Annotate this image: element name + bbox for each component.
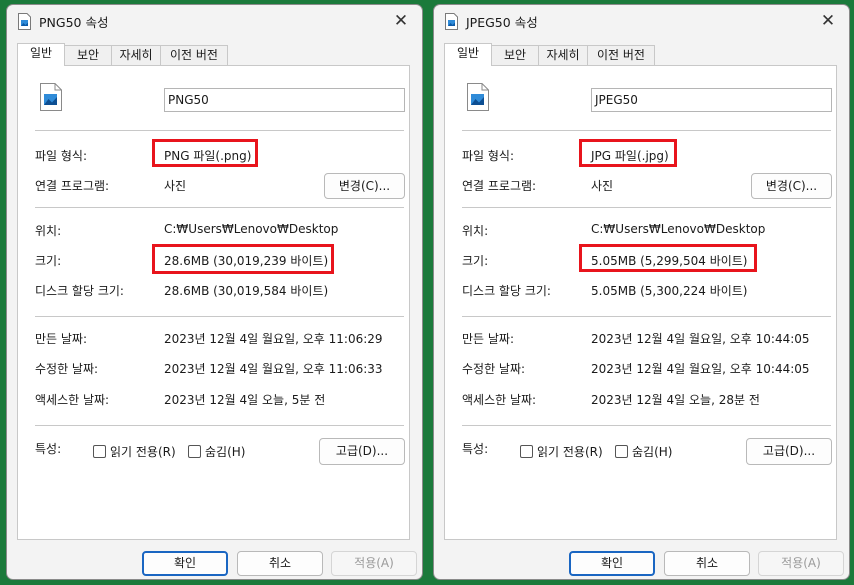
accessed-value: 2023년 12월 4일 오늘, 5분 전 <box>164 393 326 407</box>
size-label: 크기: <box>35 254 62 268</box>
tab-details[interactable]: 자세히 <box>538 45 588 65</box>
divider <box>35 316 404 317</box>
modified-label: 수정한 날짜: <box>462 362 526 376</box>
modified-label: 수정한 날짜: <box>35 362 99 376</box>
tab-previous-versions[interactable]: 이전 버전 <box>587 45 655 65</box>
window-title: PNG50 속성 <box>39 15 109 30</box>
location-label: 위치: <box>462 224 489 238</box>
divider <box>462 425 831 426</box>
created-label: 만든 날짜: <box>35 332 88 346</box>
ok-button[interactable]: 확인 <box>142 551 228 576</box>
readonly-checkbox[interactable]: 읽기 전용(R) <box>520 443 603 460</box>
created-value: 2023년 12월 4일 월요일, 오후 10:44:05 <box>591 332 810 346</box>
location-value: C:₩Users₩Lenovo₩Desktop <box>164 222 339 236</box>
tab-security[interactable]: 보안 <box>491 45 539 65</box>
general-panel: PNG50 파일 형식: PNG 파일(.png) 연결 프로그램: 사진 변경… <box>17 65 410 540</box>
accessed-label: 액세스한 날짜: <box>35 393 110 407</box>
disk-size-value: 28.6MB (30,019,584 바이트) <box>164 284 329 298</box>
created-label: 만든 날짜: <box>462 332 515 346</box>
location-label: 위치: <box>35 224 62 238</box>
divider <box>462 316 831 317</box>
readonly-checkbox[interactable]: 읽기 전용(R) <box>93 443 176 460</box>
location-value: C:₩Users₩Lenovo₩Desktop <box>591 222 766 236</box>
checkbox-icon <box>520 445 533 458</box>
hidden-checkbox[interactable]: 숨김(H) <box>188 443 245 460</box>
size-value: 5.05MB (5,299,504 바이트) <box>591 254 748 268</box>
accessed-value: 2023년 12월 4일 오늘, 28분 전 <box>591 393 760 407</box>
apply-button[interactable]: 적용(A) <box>758 551 844 576</box>
disk-size-label: 디스크 할당 크기: <box>462 284 551 298</box>
hidden-checkbox[interactable]: 숨김(H) <box>615 443 672 460</box>
tab-general[interactable]: 일반 <box>17 43 65 66</box>
close-button[interactable]: ✕ <box>813 7 843 35</box>
title-bar[interactable]: JPEG50 속성 ✕ <box>434 5 849 39</box>
opens-with-label: 연결 프로그램: <box>35 179 110 193</box>
tab-details[interactable]: 자세히 <box>111 45 161 65</box>
divider <box>462 130 831 131</box>
tab-general[interactable]: 일반 <box>444 43 492 66</box>
readonly-label: 읽기 전용(R) <box>537 445 603 459</box>
filename-field[interactable]: PNG50 <box>164 88 405 112</box>
tab-previous-versions[interactable]: 이전 버전 <box>160 45 228 65</box>
file-type-value: JPG 파일(.jpg) <box>591 149 669 163</box>
filename-field[interactable]: JPEG50 <box>591 88 832 112</box>
file-type-value: PNG 파일(.png) <box>164 149 252 163</box>
divider <box>35 207 404 208</box>
properties-dialog-png: PNG50 속성 ✕ 일반 보안 자세히 이전 버전 PNG50 파일 형식: … <box>6 4 423 580</box>
opens-with-label: 연결 프로그램: <box>462 179 537 193</box>
attributes-label: 특성: <box>35 442 62 456</box>
apply-button[interactable]: 적용(A) <box>331 551 417 576</box>
file-type-label: 파일 형식: <box>462 149 515 163</box>
advanced-button[interactable]: 고급(D)... <box>746 438 832 465</box>
checkbox-icon <box>188 445 201 458</box>
close-icon: ✕ <box>393 11 409 31</box>
image-file-icon <box>445 13 458 30</box>
image-file-icon <box>40 83 62 111</box>
file-type-label: 파일 형식: <box>35 149 88 163</box>
close-icon: ✕ <box>820 11 836 31</box>
disk-size-label: 디스크 할당 크기: <box>35 284 124 298</box>
size-label: 크기: <box>462 254 489 268</box>
accessed-label: 액세스한 날짜: <box>462 393 537 407</box>
checkbox-icon <box>93 445 106 458</box>
checkbox-icon <box>615 445 628 458</box>
hidden-label: 숨김(H) <box>632 445 673 459</box>
disk-size-value: 5.05MB (5,300,224 바이트) <box>591 284 748 298</box>
image-file-icon <box>467 83 489 111</box>
cancel-button[interactable]: 취소 <box>237 551 323 576</box>
title-bar[interactable]: PNG50 속성 ✕ <box>7 5 422 39</box>
tab-security[interactable]: 보안 <box>64 45 112 65</box>
divider <box>35 425 404 426</box>
change-button[interactable]: 변경(C)... <box>751 173 832 199</box>
change-button[interactable]: 변경(C)... <box>324 173 405 199</box>
cancel-button[interactable]: 취소 <box>664 551 750 576</box>
properties-dialog-jpeg: JPEG50 속성 ✕ 일반 보안 자세히 이전 버전 JPEG50 파일 형식… <box>433 4 850 580</box>
divider <box>462 207 831 208</box>
image-file-icon <box>18 13 31 30</box>
advanced-button[interactable]: 고급(D)... <box>319 438 405 465</box>
close-button[interactable]: ✕ <box>386 7 416 35</box>
created-value: 2023년 12월 4일 월요일, 오후 11:06:29 <box>164 332 383 346</box>
readonly-label: 읽기 전용(R) <box>110 445 176 459</box>
ok-button[interactable]: 확인 <box>569 551 655 576</box>
modified-value: 2023년 12월 4일 월요일, 오후 10:44:05 <box>591 362 810 376</box>
hidden-label: 숨김(H) <box>205 445 246 459</box>
attributes-label: 특성: <box>462 442 489 456</box>
size-value: 28.6MB (30,019,239 바이트) <box>164 254 329 268</box>
divider <box>35 130 404 131</box>
window-title: JPEG50 속성 <box>466 15 538 30</box>
general-panel: JPEG50 파일 형식: JPG 파일(.jpg) 연결 프로그램: 사진 변… <box>444 65 837 540</box>
opens-with-value: 사진 <box>164 179 187 193</box>
opens-with-value: 사진 <box>591 179 614 193</box>
modified-value: 2023년 12월 4일 월요일, 오후 11:06:33 <box>164 362 383 376</box>
